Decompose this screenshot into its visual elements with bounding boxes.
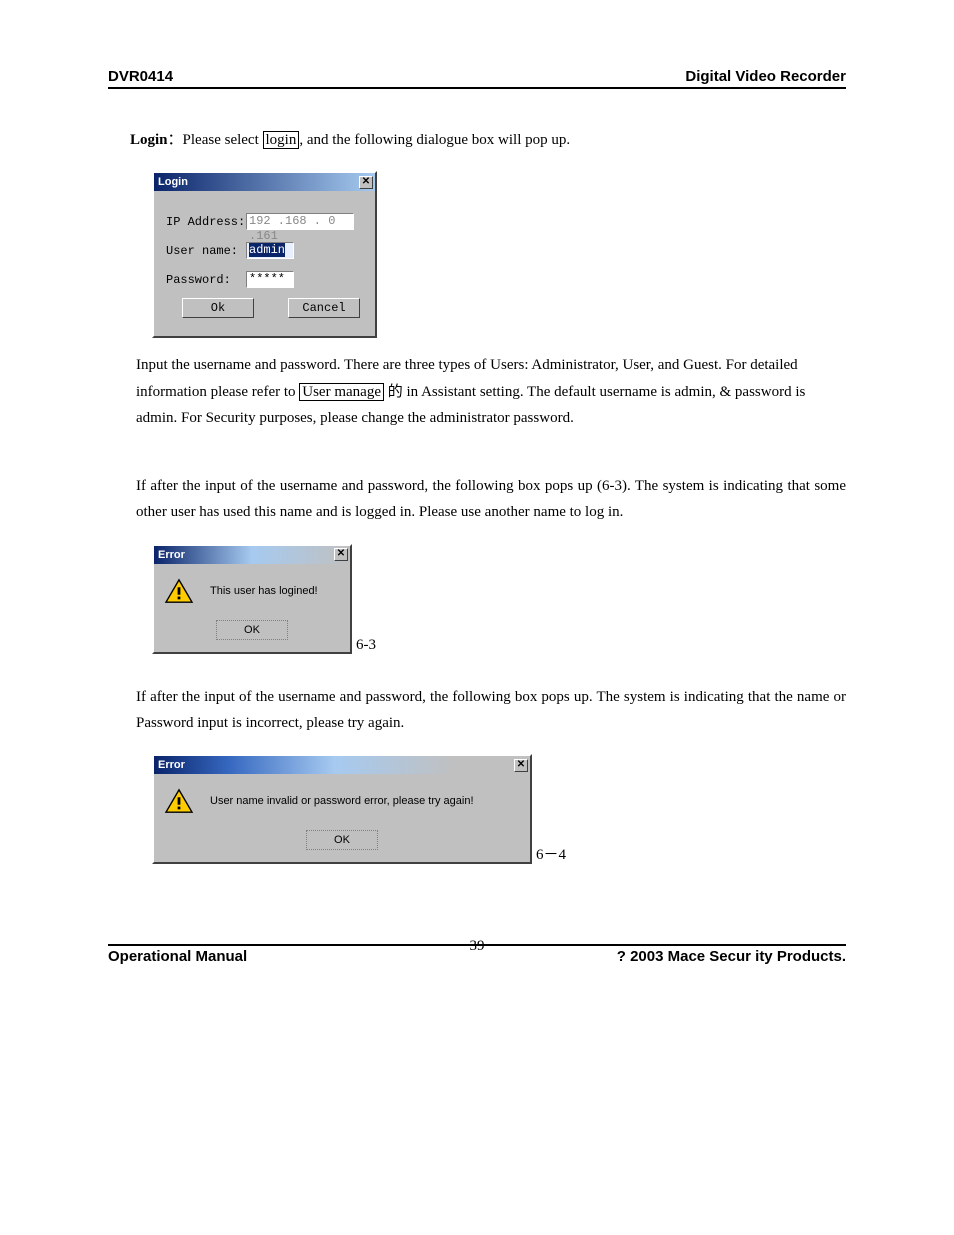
page-header: DVR0414 Digital Video Recorder [108,68,846,89]
footer-left: Operational Manual [108,948,247,965]
page-number: 39 [470,938,485,955]
error1-title: Error [158,549,185,561]
header-right: Digital Video Recorder [685,68,846,85]
error2-titlebar: Error ✕ [154,756,530,774]
password-label: Password: [166,273,246,287]
error-dialog-2: Error ✕ User name invalid or password er… [152,754,532,864]
login-boxed-ref: login [263,131,300,149]
error1-message: This user has logined! [210,585,318,597]
para-error63: If after the input of the username and p… [130,473,846,526]
page-footer: Operational Manual 39 ? 2003 Mace Secur … [108,944,846,965]
header-left: DVR0414 [108,68,173,85]
login-dialog: Login ✕ IP Address: 192 .168 . 0 .161 Us… [152,171,377,338]
error1-titlebar: Error ✕ [154,546,350,564]
ip-input[interactable]: 192 .168 . 0 .161 [246,213,354,230]
user-manage-boxed-ref: User manage [299,383,384,401]
password-input[interactable]: ***** [246,271,294,288]
close-icon[interactable]: ✕ [359,176,373,189]
para-error64: If after the input of the username and p… [130,684,846,737]
footer-right: ? 2003 Mace Secur ity Products. [617,948,846,965]
warning-icon [164,788,194,814]
error2-title: Error [158,759,185,771]
warning-icon [164,578,194,604]
login-titlebar: Login ✕ [154,173,375,191]
close-icon[interactable]: ✕ [334,548,348,561]
intro-text: Login：Please select login, and the follo… [130,127,846,153]
cancel-button[interactable]: Cancel [288,298,360,318]
caption-6-3: 6-3 [356,637,376,654]
login-title: Login [158,176,188,188]
intro-login-bold: Login [130,132,168,148]
ok-button[interactable]: Ok [182,298,254,318]
error1-ok-button[interactable]: OK [216,620,288,640]
error2-ok-button[interactable]: OK [306,830,378,850]
username-label: User name: [166,244,246,258]
close-icon[interactable]: ✕ [514,759,528,772]
para-usertypes: Input the username and password. There a… [130,352,846,431]
username-input[interactable]: admin [246,242,294,259]
caption-6-4: 6－4 [536,843,566,864]
error2-message: User name invalid or password error, ple… [210,795,474,807]
ip-label: IP Address: [166,215,246,229]
error-dialog-1: Error ✕ This user has logined! OK [152,544,352,654]
